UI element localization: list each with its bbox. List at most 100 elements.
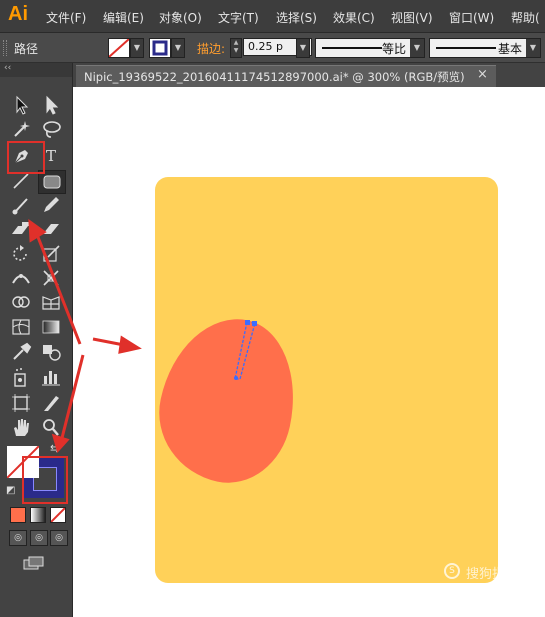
selection-type-label: 路径 (14, 42, 39, 56)
magnifier-icon (43, 419, 59, 436)
none-mode-button[interactable] (50, 507, 66, 523)
menu-help[interactable]: 帮助( (511, 9, 540, 26)
mesh-tool-icon[interactable] (8, 316, 34, 338)
color-mode-button[interactable] (10, 507, 26, 523)
profile-line-preview (322, 47, 382, 49)
eyedropper-tool-icon[interactable] (8, 341, 34, 363)
stroke-dropdown-arrow[interactable]: ▼ (171, 38, 185, 58)
free-transform-tool-icon[interactable] (38, 267, 64, 289)
selected-path[interactable] (225, 315, 261, 385)
anchor-point[interactable] (234, 376, 238, 380)
stroke-weight-dropdown[interactable]: ▼ (296, 38, 310, 58)
menu-file[interactable]: 文件(F) (46, 9, 86, 26)
lasso-icon (43, 121, 61, 138)
gradient-tool-icon[interactable] (38, 316, 64, 338)
blend-tool-icon[interactable] (38, 341, 64, 363)
stroke-swatch-highlight-box (22, 456, 68, 504)
brush-definition-select[interactable]: 基本 ▼ (429, 38, 541, 58)
perspective-grid-icon (42, 296, 60, 310)
close-icon[interactable]: × (477, 67, 488, 82)
artboard-tool-icon[interactable] (8, 392, 34, 414)
blob-brush-tool-icon[interactable] (8, 218, 34, 240)
stroke-swatch-button[interactable] (149, 38, 171, 58)
magic-wand-icon (14, 121, 30, 137)
scale-tool-icon[interactable] (38, 243, 64, 265)
screen-mode-icon (23, 556, 44, 570)
watermark-text: 搜狗指南 (466, 567, 519, 582)
none-icon (51, 508, 65, 522)
symbol-sprayer-tool-icon[interactable] (8, 366, 34, 388)
perspective-grid-tool-icon[interactable] (38, 291, 64, 313)
hand-tool-icon[interactable] (8, 416, 34, 438)
variable-width-profile-select[interactable]: 等比 ▼ (315, 38, 425, 58)
brush-line-preview (436, 47, 496, 49)
menu-object[interactable]: 对象(O) (159, 9, 202, 26)
width-tool-icon[interactable] (8, 267, 34, 289)
bar-graph-icon (42, 371, 60, 386)
scale-icon (43, 245, 60, 262)
gradient-mode-button[interactable] (30, 507, 46, 523)
menu-type[interactable]: 文字(T) (218, 9, 259, 26)
fill-dropdown-arrow[interactable]: ▼ (130, 38, 144, 58)
gradient-icon (42, 320, 60, 334)
magic-wand-tool-icon[interactable] (8, 118, 34, 140)
lasso-tool-icon[interactable] (38, 118, 64, 140)
shape-builder-tool-icon[interactable] (8, 291, 34, 313)
brush-icon (12, 198, 28, 215)
stroke-label[interactable]: 描边: (197, 40, 225, 57)
column-graph-tool-icon[interactable] (38, 366, 64, 388)
stroke-color-icon (152, 40, 168, 56)
slice-tool-icon[interactable] (38, 392, 64, 414)
pencil-icon (44, 197, 59, 212)
no-fill-icon (109, 39, 129, 57)
shape-builder-icon (12, 296, 30, 308)
stroke-weight-stepper[interactable]: ▲ ▼ (230, 38, 242, 58)
default-fill-stroke-icon[interactable]: ◩ (6, 485, 15, 496)
artboard-icon (12, 394, 30, 412)
anchor-point[interactable] (252, 321, 257, 326)
rotate-tool-icon[interactable] (8, 243, 34, 265)
watermark-logo-icon: S (444, 563, 460, 579)
knife-icon (44, 396, 59, 411)
eraser-tool-icon[interactable] (38, 218, 64, 240)
brush-label: 基本 (497, 42, 522, 56)
menu-window[interactable]: 窗口(W) (449, 9, 494, 26)
symbol-sprayer-icon (14, 368, 26, 387)
menu-view[interactable]: 视图(V) (391, 9, 433, 26)
rounded-rect-icon (43, 175, 61, 189)
eyedropper-icon (13, 342, 32, 360)
pen-tool-highlight-box (7, 141, 45, 174)
draw-inside-button[interactable]: ◎ (50, 530, 68, 546)
direct-arrow-icon (46, 95, 59, 115)
chevron-down-icon: ▼ (526, 39, 540, 57)
collapse-panel-icon[interactable]: ‹‹ (4, 63, 11, 73)
direct-selection-tool-icon[interactable] (38, 94, 64, 116)
swap-fill-stroke-icon[interactable]: ⇆ (50, 442, 59, 455)
rotate-icon (13, 245, 27, 261)
menu-edit[interactable]: 编辑(E) (103, 9, 144, 26)
blend-icon (43, 345, 61, 361)
eraser-icon (43, 224, 59, 234)
mesh-icon (12, 319, 30, 335)
hand-icon (14, 419, 29, 436)
blob-brush-icon (12, 222, 29, 234)
free-transform-icon (43, 270, 59, 286)
app-logo: Ai (8, 3, 28, 25)
paintbrush-tool-icon[interactable] (8, 194, 34, 216)
chevron-down-icon: ▼ (410, 39, 424, 57)
menu-effect[interactable]: 效果(C) (333, 9, 375, 26)
arrow-icon (16, 95, 29, 115)
document-tab-title[interactable]: Nipic_19369522_20160411174512897000.ai* … (84, 69, 465, 85)
pencil-tool-icon[interactable] (38, 194, 64, 216)
menu-select[interactable]: 选择(S) (276, 9, 317, 26)
anchor-point[interactable] (245, 320, 250, 325)
draw-normal-button[interactable]: ◎ (9, 530, 27, 546)
profile-label: 等比 (381, 42, 406, 56)
width-icon (12, 274, 30, 284)
draw-behind-button[interactable]: ◎ (30, 530, 48, 546)
change-screen-mode-button[interactable] (23, 556, 45, 570)
selection-tool-icon[interactable] (8, 94, 34, 116)
panel-grip-icon[interactable] (3, 40, 7, 56)
fill-swatch-button[interactable] (108, 38, 130, 58)
zoom-tool-icon[interactable] (38, 416, 64, 438)
